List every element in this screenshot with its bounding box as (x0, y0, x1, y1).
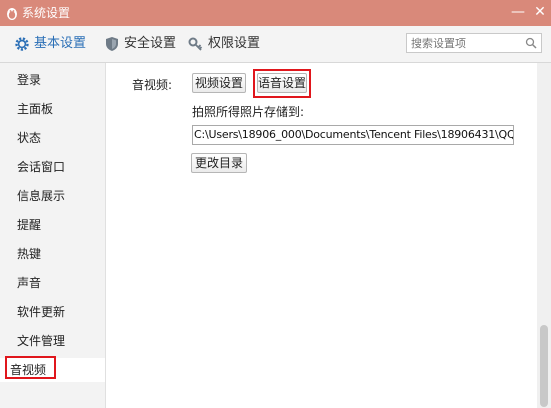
minimize-button[interactable]: — (510, 4, 526, 20)
tab-permission-settings[interactable]: 权限设置 (188, 35, 260, 53)
search-box (406, 33, 542, 53)
photo-path-label: 拍照所得照片存储到: (192, 105, 305, 119)
sidebar-item-label: 软件更新 (17, 305, 66, 319)
scrollbar-thumb[interactable] (540, 325, 548, 407)
qq-penguin-icon (7, 8, 17, 20)
change-directory-button[interactable]: 更改目录 (191, 153, 247, 173)
sidebar-item-label: 文件管理 (17, 334, 66, 348)
sidebar-item-main-panel[interactable]: 主面板 (0, 97, 105, 121)
window-title: 系统设置 (22, 6, 71, 20)
sidebar-item-label: 声音 (17, 276, 42, 290)
close-button[interactable]: ✕ (532, 4, 548, 20)
sidebar-item-sound[interactable]: 声音 (0, 271, 105, 295)
vertical-scrollbar[interactable] (537, 63, 551, 408)
key-icon (188, 37, 203, 51)
sidebar-item-label: 信息展示 (17, 189, 66, 203)
sidebar-item-info-display[interactable]: 信息展示 (0, 184, 105, 208)
sidebar-item-label: 主面板 (17, 102, 54, 116)
title-bar: 系统设置 — ✕ (0, 0, 551, 26)
sidebar-item-file-management[interactable]: 文件管理 (0, 329, 105, 353)
sidebar-item-label: 提醒 (17, 218, 42, 232)
search-input[interactable] (407, 34, 525, 52)
audio-video-label: 音视频: (132, 78, 173, 92)
tab-label: 基本设置 (34, 36, 87, 51)
shield-icon (106, 37, 118, 51)
sidebar-item-login[interactable]: 登录 (0, 68, 105, 92)
photo-path-value: C:\Users\18906_000\Documents\Tencent Fil… (194, 128, 513, 141)
tab-basic-settings[interactable]: 基本设置 (14, 35, 86, 53)
sidebar-item-reminder[interactable]: 提醒 (0, 213, 105, 237)
highlight-box-voice (253, 69, 311, 98)
sidebar-item-hotkeys[interactable]: 热键 (0, 242, 105, 266)
sidebar-item-software-update[interactable]: 软件更新 (0, 300, 105, 324)
sidebar-item-chat-window[interactable]: 会话窗口 (0, 155, 105, 179)
sidebar-item-label: 热键 (17, 247, 42, 261)
highlight-box-sidebar (5, 356, 56, 379)
sidebar-item-status[interactable]: 状态 (0, 126, 105, 150)
tab-label: 权限设置 (208, 36, 261, 51)
search-icon[interactable] (525, 37, 537, 49)
sidebar-item-label: 状态 (17, 131, 42, 145)
tab-label: 安全设置 (124, 36, 177, 51)
gear-icon (15, 37, 29, 51)
tab-security-settings[interactable]: 安全设置 (104, 35, 176, 53)
sidebar-item-label: 登录 (17, 73, 42, 87)
sidebar-item-label: 会话窗口 (17, 160, 66, 174)
photo-path-field[interactable]: C:\Users\18906_000\Documents\Tencent Fil… (192, 125, 514, 145)
video-settings-button[interactable]: 视频设置 (192, 73, 246, 93)
